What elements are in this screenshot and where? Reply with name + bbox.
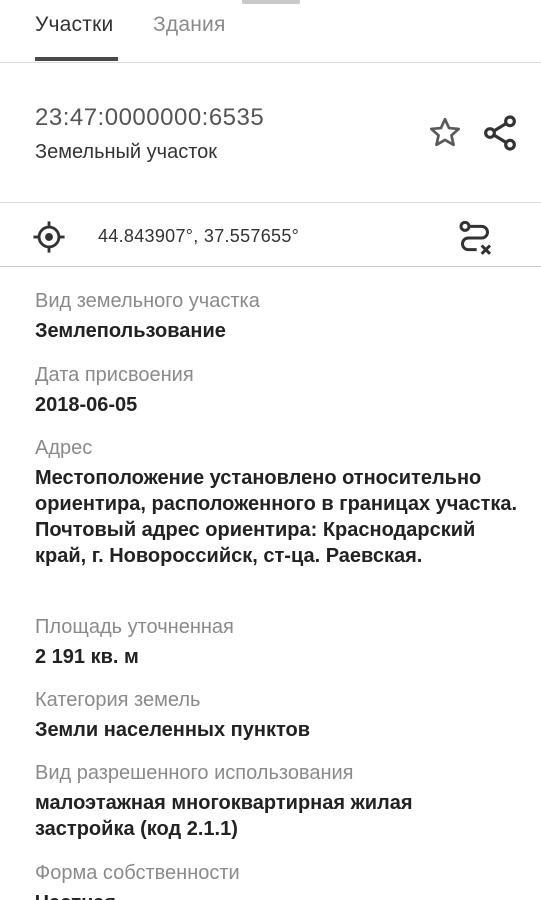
field-ownership-form: Форма собственности Частная xyxy=(35,860,515,900)
tab-buildings[interactable]: Здания xyxy=(153,13,226,37)
parcel-details-list[interactable]: Вид земельного участка Землепользование … xyxy=(0,268,541,900)
field-address: Адрес Местоположение установлено относит… xyxy=(35,435,520,569)
field-label: Форма собственности xyxy=(35,862,240,884)
field-value: 2018-06-05 xyxy=(35,394,138,416)
field-label: Вид разрешенного использования xyxy=(35,762,354,784)
field-label: Вид земельного участка xyxy=(35,290,260,312)
field-value: Местоположение установлено относительно … xyxy=(35,467,518,567)
locate-button[interactable] xyxy=(32,220,66,254)
favorite-button[interactable] xyxy=(427,115,463,151)
field-land-category: Категория земель Земли населенных пункто… xyxy=(35,687,515,743)
cadastral-number: 23:47:0000000:6535 xyxy=(35,104,265,131)
route-clear-icon xyxy=(459,220,492,255)
parcel-details-screen: Участки Здания 23:47:0000000:6535 Земель… xyxy=(0,0,541,900)
field-value: 2 191 кв. м xyxy=(35,646,139,668)
tab-parcels[interactable]: Участки xyxy=(35,13,113,37)
share-icon xyxy=(484,115,516,151)
field-value: Земли населенных пунктов xyxy=(35,719,311,741)
object-type-label: Земельный участок xyxy=(35,141,218,163)
tab-bar: Участки Здания xyxy=(0,0,541,63)
field-label: Адрес xyxy=(35,437,93,459)
field-assignment-date: Дата присвоения 2018-06-05 xyxy=(35,362,515,418)
active-tab-indicator xyxy=(35,57,118,61)
share-button[interactable] xyxy=(480,113,520,153)
field-label: Площадь уточненная xyxy=(35,616,234,638)
field-label: Дата присвоения xyxy=(35,364,194,386)
field-area: Площадь уточненная 2 191 кв. м xyxy=(35,614,515,670)
field-value: малоэтажная многоквартирная жилая застро… xyxy=(35,792,413,840)
coordinates-text: 44.843907°, 37.557655° xyxy=(98,226,300,246)
parcel-header: 23:47:0000000:6535 Земельный участок xyxy=(0,63,541,203)
field-parcel-kind: Вид земельного участка Землепользование xyxy=(35,288,515,344)
field-value: Землепользование xyxy=(35,320,226,342)
field-permitted-use: Вид разрешенного использования малоэтажн… xyxy=(35,760,475,842)
star-outline-icon xyxy=(430,117,460,147)
field-label: Категория земель xyxy=(35,689,201,711)
route-button[interactable] xyxy=(455,218,495,258)
field-value: Частная xyxy=(35,890,515,900)
crosshair-icon xyxy=(33,221,65,253)
coordinates-bar: 44.843907°, 37.557655° xyxy=(0,206,541,267)
sheet-drag-handle[interactable] xyxy=(242,0,300,4)
